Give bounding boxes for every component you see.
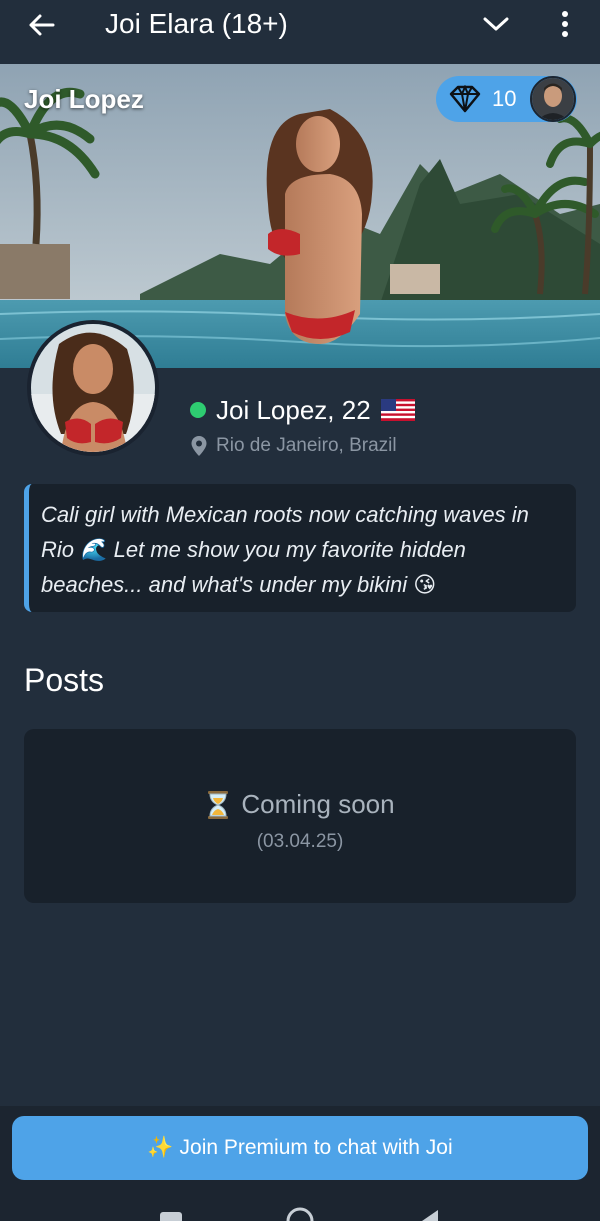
us-flag-icon <box>380 399 415 421</box>
arrow-left-icon <box>29 14 55 36</box>
hourglass-icon <box>208 790 229 819</box>
posts-heading: Posts <box>24 662 105 698</box>
gem-count: 10 <box>492 86 517 111</box>
join-premium-label: Join Premium to chat with Joi <box>179 1136 453 1159</box>
app-header: Joi Elara (18+) <box>0 0 600 64</box>
recents-icon[interactable] <box>160 1208 182 1221</box>
coming-soon-row: Coming soon <box>24 789 576 820</box>
bio-quote: Cali girl with Mexican roots now catchin… <box>24 484 576 612</box>
location-pin-icon <box>191 436 207 456</box>
bio-text: Cali girl with Mexican roots now catchin… <box>41 502 529 597</box>
dropdown-button[interactable] <box>480 10 512 38</box>
user-avatar[interactable] <box>530 76 576 122</box>
coming-soon-date: (03.04.25) <box>256 831 344 852</box>
more-menu-button[interactable] <box>553 8 577 40</box>
back-button[interactable] <box>24 8 58 42</box>
more-vertical-icon <box>562 11 568 37</box>
home-icon[interactable] <box>285 1206 315 1221</box>
online-status-indicator <box>190 402 206 418</box>
back-nav-icon[interactable] <box>420 1210 440 1221</box>
sparkles-icon: ✨ <box>147 1136 174 1159</box>
profile-name-row: Joi Lopez, 22 <box>190 392 415 428</box>
chevron-down-icon <box>483 17 509 31</box>
profile-name: Joi Lopez, 22 <box>216 394 371 425</box>
diamond-icon <box>449 85 481 113</box>
profile-location: Rio de Janeiro, Brazil <box>190 434 397 458</box>
join-premium-button[interactable]: ✨ Join Premium to chat with Joi <box>12 1116 588 1180</box>
page-title: Joi Elara (18+) <box>105 8 288 39</box>
system-navigation-bar <box>0 1200 600 1221</box>
gem-balance[interactable]: 10 <box>436 76 577 122</box>
cover-name: Joi Lopez <box>24 84 144 114</box>
profile-avatar[interactable] <box>27 320 159 456</box>
coming-soon-text: Coming soon <box>241 789 395 819</box>
location-text: Rio de Janeiro, Brazil <box>216 435 397 456</box>
posts-placeholder-card: Coming soon (03.04.25) <box>24 729 576 903</box>
